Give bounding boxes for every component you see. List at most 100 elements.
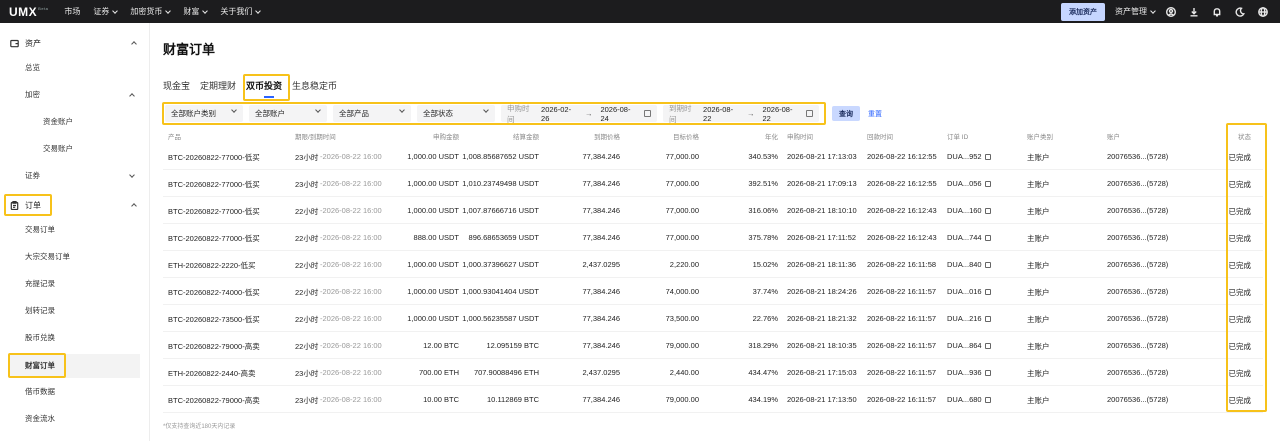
cell-sub-time: 2026-08-21 18:24:26 <box>787 287 857 296</box>
cell-order-id[interactable]: DUA...936 <box>947 368 991 377</box>
cell-text: DUA...016 <box>947 287 982 296</box>
cell-sub-time: 2026-08-21 17:13:03 <box>787 152 857 161</box>
copy-icon[interactable] <box>984 397 991 403</box>
cell-apy: 392.51% <box>748 179 778 188</box>
sidebar-item-transfer-records[interactable]: 划转记录 <box>25 299 55 321</box>
cell-text: 77,384.246 <box>582 314 620 323</box>
nav-crypto[interactable]: 加密货币 <box>130 6 172 17</box>
tab-fixed[interactable]: 定期理财 <box>200 79 236 92</box>
cell-account[interactable]: 20076536...(5728) <box>1107 287 1168 296</box>
sidebar-item-deposit-withdraw[interactable]: 充提记录 <box>25 272 55 294</box>
cell-text: 700.00 ETH <box>418 368 459 377</box>
sidebar-item-block-trade-orders[interactable]: 大宗交易订单 <box>25 245 70 267</box>
cell-product: ETH-20260822-2220-低买 <box>168 260 256 271</box>
cell-text: 1,000.56235587 USDT <box>462 314 539 323</box>
copy-icon[interactable] <box>984 316 991 322</box>
cell-acct-type: 主账户 <box>1027 260 1050 271</box>
nav-securities[interactable]: 证券 <box>93 6 119 17</box>
cell-term: 22小时 <box>295 314 318 325</box>
cell-order-id[interactable]: DUA...840 <box>947 260 991 269</box>
nav-market[interactable]: 市场 <box>64 6 80 17</box>
logo[interactable]: UMX Beta <box>9 5 48 19</box>
cell-account[interactable]: 20076536...(5728) <box>1107 152 1168 161</box>
sidebar-item-fund-flow[interactable]: 资金流水 <box>25 407 55 429</box>
sidebar-item-crypto[interactable]: 加密 <box>25 83 40 105</box>
cell-expiry-price: 77,384.246 <box>582 395 620 404</box>
asset-management-menu[interactable]: 资产管理 <box>1115 6 1156 17</box>
cell-text: 77,384.246 <box>582 341 620 350</box>
sidebar-item-borrow-data[interactable]: 借币数据 <box>25 380 55 402</box>
tab-stablecoin[interactable]: 生息稳定币 <box>292 79 337 92</box>
copy-icon[interactable] <box>984 289 991 295</box>
cell-order-id[interactable]: DUA...952 <box>947 152 991 161</box>
cell-account[interactable]: 20076536...(5728) <box>1107 395 1168 404</box>
cell-account[interactable]: 20076536...(5728) <box>1107 206 1168 215</box>
sidebar-item-trade-account[interactable]: 交易账户 <box>43 137 73 159</box>
copy-icon[interactable] <box>984 181 991 187</box>
cell-text: 2026-08-21 17:13:03 <box>787 152 857 161</box>
cell-amount: 10.00 BTC <box>423 395 459 404</box>
copy-icon[interactable] <box>984 208 991 214</box>
cell-account[interactable]: 20076536...(5728) <box>1107 314 1168 323</box>
user-icon[interactable] <box>1164 5 1178 19</box>
footnote: *仅支持查询近180天内记录 <box>163 424 236 430</box>
globe-icon[interactable] <box>1256 5 1270 19</box>
cell-settle: 1,007.87666716 USDT <box>462 206 539 215</box>
cell-order-id[interactable]: DUA...680 <box>947 395 991 404</box>
cell-text: BTC-20260822-77000-低买 <box>168 207 260 216</box>
cell-pay-time: 2026-08-22 16:11:57 <box>867 341 936 350</box>
copy-icon[interactable] <box>984 262 991 268</box>
add-asset-button[interactable]: 添加资产 <box>1061 2 1105 21</box>
cell-settle: 1,008.85687652 USDT <box>462 152 539 161</box>
cell-text: 23小时 <box>295 396 319 405</box>
copy-icon[interactable] <box>984 370 991 376</box>
sidebar-item-trade-orders[interactable]: 交易订单 <box>25 218 55 240</box>
cell-text: 2,220.00 <box>669 260 699 269</box>
cell-text: 2026-08-21 17:15:03 <box>787 368 857 377</box>
cell-order-id[interactable]: DUA...864 <box>947 341 991 350</box>
query-button[interactable]: 查询 <box>832 106 860 121</box>
cell-text: 896.68653659 USDT <box>468 233 539 242</box>
sidebar-item-overview[interactable]: 总览 <box>25 56 40 78</box>
nav-right: 添加资产 资产管理 <box>1061 0 1270 23</box>
highlight-orders <box>4 194 52 216</box>
cell-expire: -2026-08-22 16:00 <box>320 395 382 404</box>
cell-order-id[interactable]: DUA...216 <box>947 314 991 323</box>
sidebar: 资产 总览 加密 资金账户 交易账户 证券 订单 交易订单 大宗交易订单 充提记… <box>0 23 150 441</box>
cell-account[interactable]: 20076536...(5728) <box>1107 341 1168 350</box>
reset-button[interactable]: 重置 <box>868 106 882 121</box>
cell-order-id[interactable]: DUA...160 <box>947 206 991 215</box>
moon-icon[interactable] <box>1233 5 1247 19</box>
cell-text: 1,000.00 USDT <box>407 287 459 296</box>
bell-icon[interactable] <box>1210 5 1224 19</box>
cell-order-id[interactable]: DUA...744 <box>947 233 991 242</box>
cell-account[interactable]: 20076536...(5728) <box>1107 368 1168 377</box>
cell-text: 77,000.00 <box>665 206 699 215</box>
tab-cash[interactable]: 现金宝 <box>163 79 190 92</box>
cell-text: 12.00 BTC <box>423 341 459 350</box>
cell-text: 1,000.00 USDT <box>407 314 459 323</box>
cell-account[interactable]: 20076536...(5728) <box>1107 233 1168 242</box>
sidebar-item-fund-account[interactable]: 资金账户 <box>43 110 73 132</box>
cell-amount: 700.00 ETH <box>419 368 459 377</box>
nav-about[interactable]: 关于我们 <box>220 6 262 17</box>
nav-wealth[interactable]: 财富 <box>183 6 209 17</box>
copy-icon[interactable] <box>984 235 991 241</box>
cell-text: 主账户 <box>1027 234 1050 243</box>
copy-icon[interactable] <box>984 154 991 160</box>
sidebar-item-stock-coin-exchange[interactable]: 股币兑换 <box>25 326 55 348</box>
cell-account[interactable]: 20076536...(5728) <box>1107 260 1168 269</box>
copy-icon[interactable] <box>984 343 991 349</box>
chevron-down-icon <box>255 7 262 14</box>
cell-order-id[interactable]: DUA...016 <box>947 287 991 296</box>
cell-text: 2026-08-22 16:00 <box>322 260 382 269</box>
cell-account[interactable]: 20076536...(5728) <box>1107 179 1168 188</box>
cell-order-id[interactable]: DUA...056 <box>947 179 991 188</box>
download-icon[interactable] <box>1187 5 1201 19</box>
cell-product: BTC-20260822-77000-低买 <box>168 206 260 217</box>
sidebar-item-securities[interactable]: 证券 <box>25 164 40 186</box>
cell-text: 主账户 <box>1027 315 1050 324</box>
table-row: BTC-20260822-77000-低买 23小时 -2026-08-22 16:… <box>163 143 1263 170</box>
cell-text: 2026-08-21 17:09:13 <box>787 179 857 188</box>
sidebar-group-assets[interactable]: 资产 <box>10 32 142 54</box>
